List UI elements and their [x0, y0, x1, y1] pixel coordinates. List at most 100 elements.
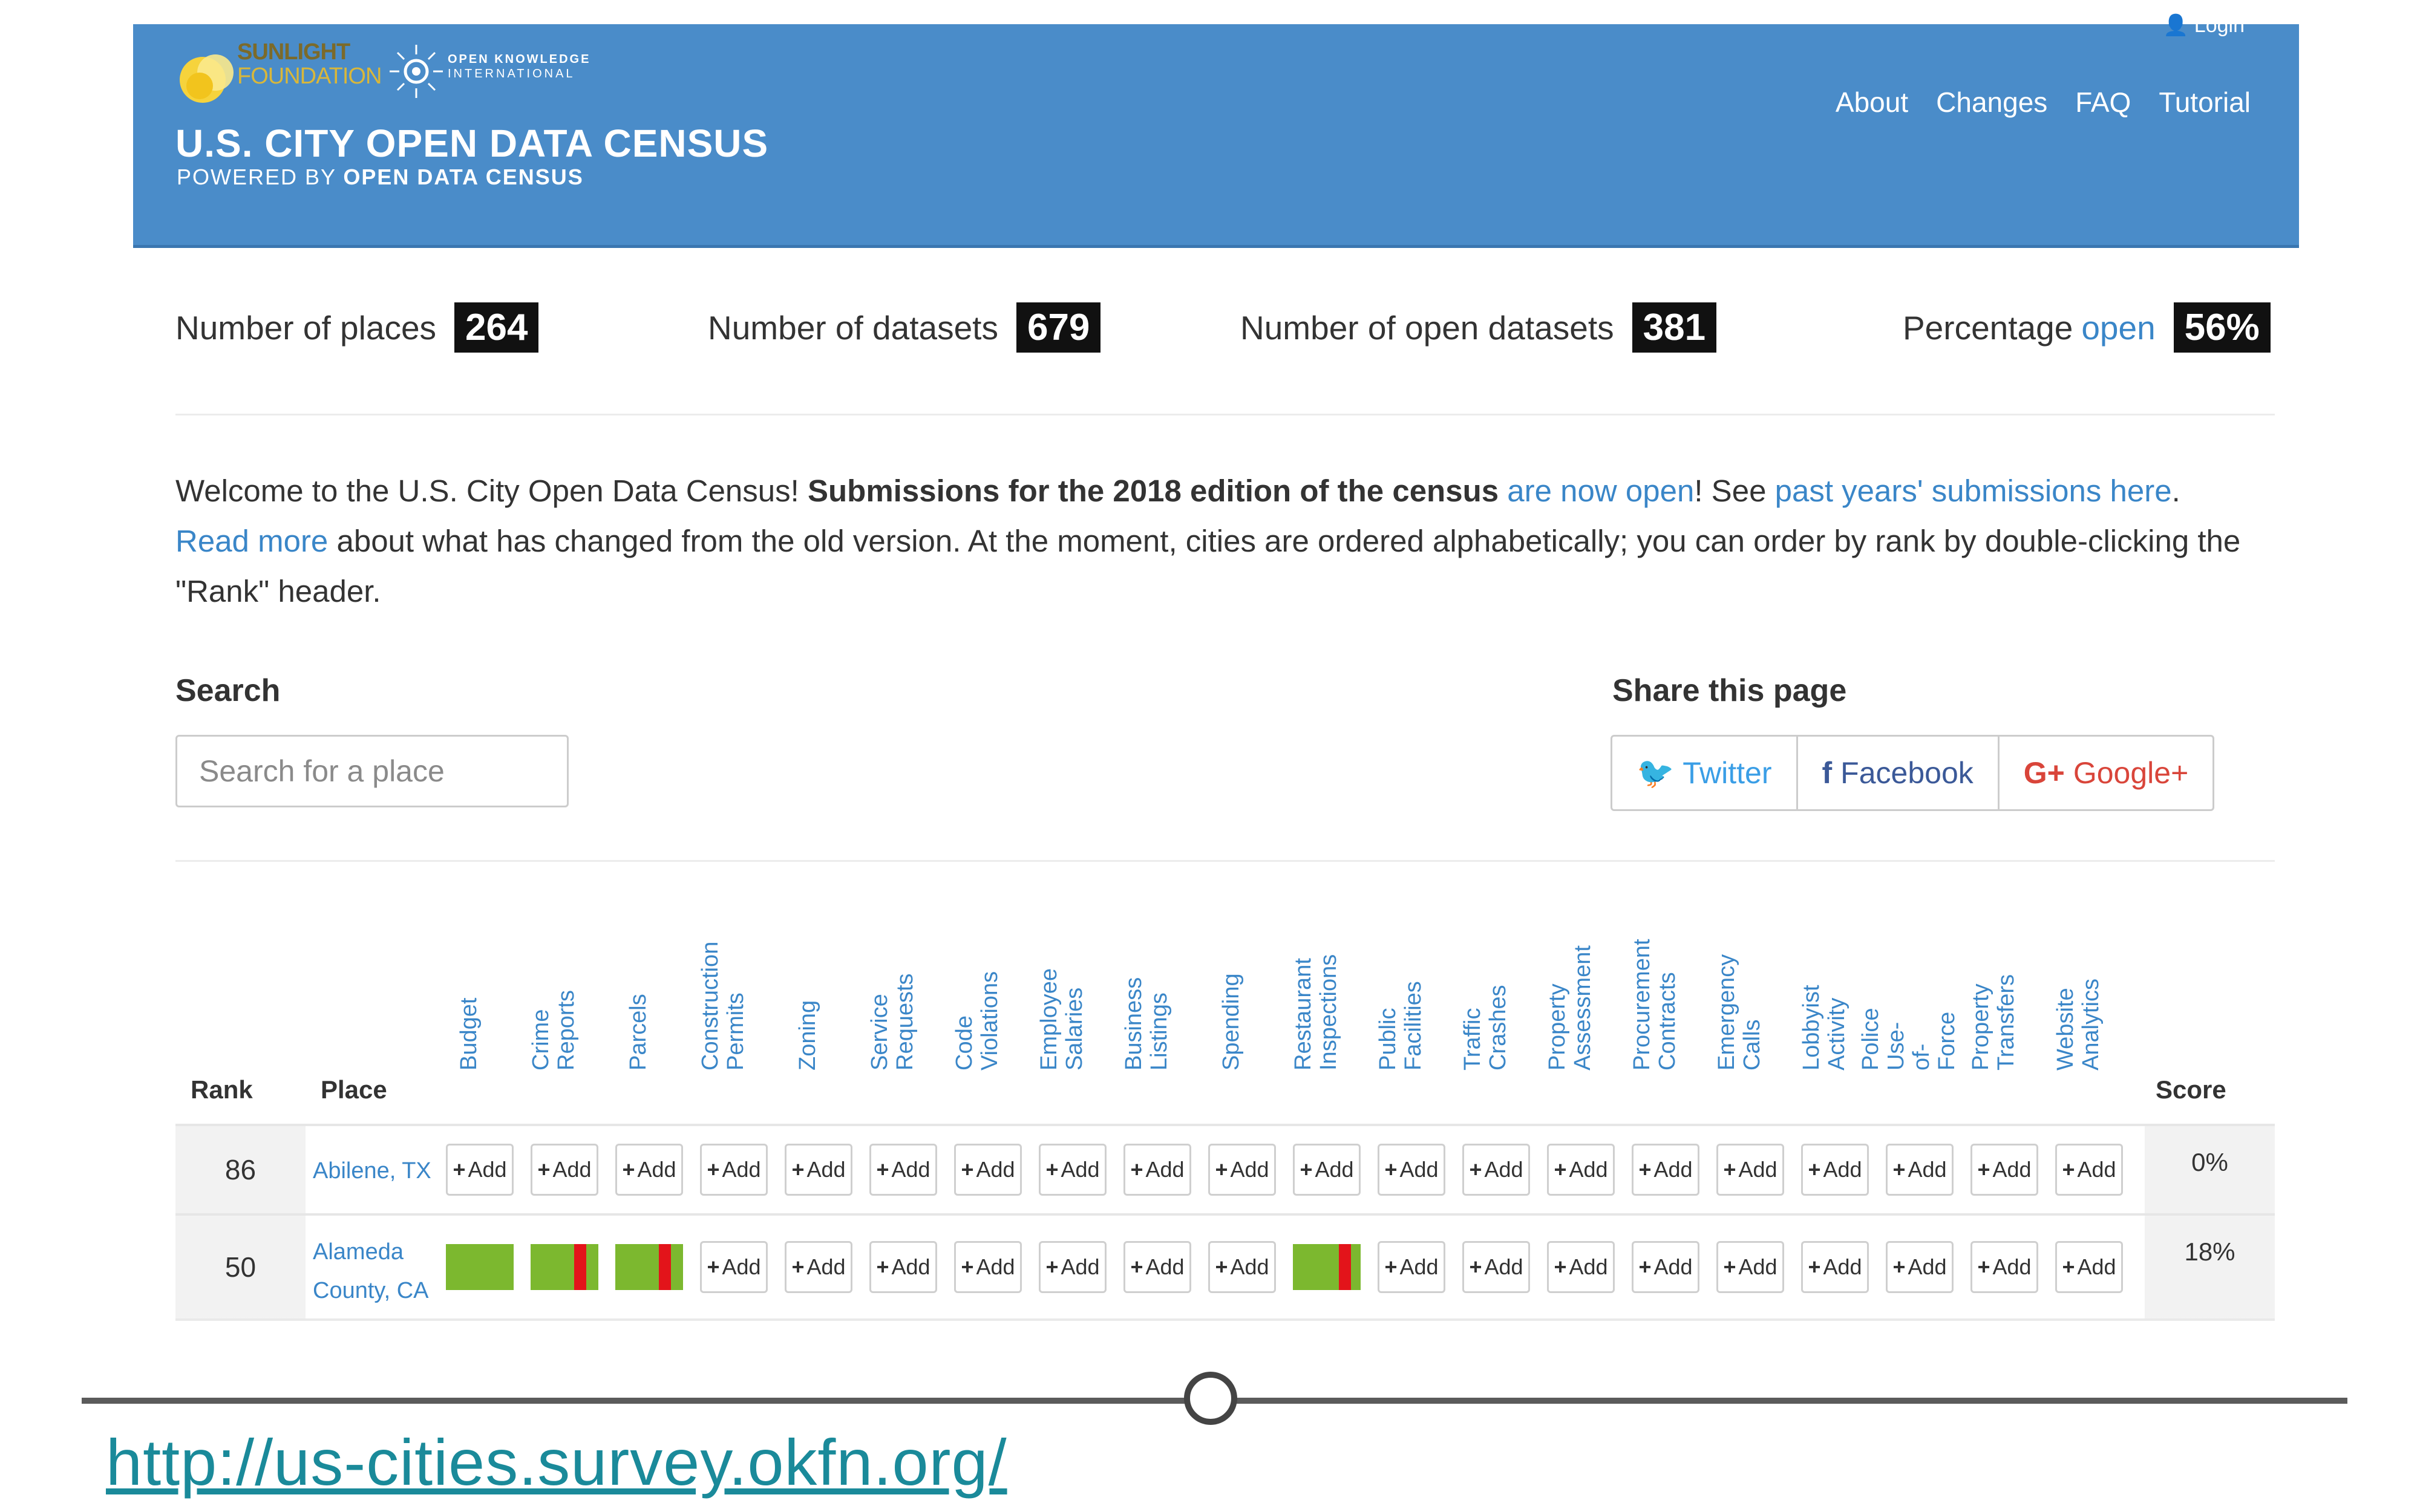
add-entry-button[interactable]: + Add [869, 1241, 937, 1293]
add-entry-button[interactable]: + Add [785, 1241, 852, 1293]
past-submissions-link[interactable]: past years' submissions here [1775, 474, 2172, 508]
add-entry-button[interactable]: + Add [1462, 1144, 1530, 1196]
add-entry-button[interactable]: + Add [954, 1144, 1022, 1196]
add-entry-button[interactable]: + Add [1547, 1241, 1615, 1293]
add-entry-button[interactable]: + Add [1123, 1144, 1191, 1196]
login-link[interactable]: 👤 Login [2163, 13, 2245, 37]
column-header[interactable]: Construction [698, 942, 723, 1070]
column-header[interactable]: Facilities [1401, 981, 1426, 1070]
column-header[interactable]: Parcels [626, 994, 651, 1070]
column-header[interactable]: Employee [1036, 968, 1062, 1070]
add-entry-button[interactable]: + Add [1462, 1241, 1530, 1293]
column-header[interactable]: Crime [528, 1009, 554, 1070]
add-entry-button[interactable]: + Add [1293, 1144, 1361, 1196]
column-header[interactable]: Property [1968, 983, 1993, 1070]
column-header[interactable]: Public [1375, 1008, 1401, 1071]
dataset-status-bar[interactable] [446, 1244, 514, 1290]
column-header[interactable]: Salaries [1062, 988, 1087, 1070]
place-link[interactable]: Abilene, TX [313, 1152, 431, 1190]
column-header[interactable]: Force [1934, 1012, 1960, 1070]
column-header[interactable]: Service [867, 994, 892, 1070]
facebook-share-button[interactable]: f Facebook [1798, 737, 2000, 809]
add-entry-button[interactable]: + Add [1716, 1241, 1784, 1293]
column-header[interactable]: Code [952, 1015, 977, 1070]
add-entry-button[interactable]: + Add [1801, 1144, 1869, 1196]
score-header[interactable]: Score [2156, 1075, 2226, 1104]
add-entry-button[interactable]: + Add [954, 1241, 1022, 1293]
place-header[interactable]: Place [321, 1075, 387, 1104]
column-header[interactable]: Budget [456, 998, 482, 1070]
place-link[interactable]: Alameda County, CA [313, 1233, 428, 1310]
nav-faq[interactable]: FAQ [2075, 86, 2131, 119]
sunlight-logo-text: SUNLIGHT FOUNDATION [237, 39, 382, 89]
column-header[interactable]: Crashes [1485, 985, 1511, 1071]
add-entry-button[interactable]: + Add [1208, 1241, 1276, 1293]
add-entry-button[interactable]: + Add [2055, 1241, 2123, 1293]
column-header[interactable]: Traffic [1460, 1008, 1485, 1070]
add-entry-button[interactable]: + Add [1801, 1241, 1869, 1293]
add-entry-button[interactable]: + Add [1039, 1241, 1107, 1293]
column-header[interactable]: Violations [977, 971, 1002, 1070]
dataset-status-bar[interactable] [615, 1244, 683, 1290]
column-header[interactable]: Listings [1146, 992, 1172, 1070]
add-entry-button[interactable]: + Add [1970, 1241, 2038, 1293]
column-header[interactable]: Zoning [795, 1000, 820, 1070]
column-header[interactable]: Property [1545, 983, 1570, 1070]
column-header[interactable]: Permits [723, 992, 748, 1070]
column-header[interactable]: Business [1121, 977, 1146, 1070]
site-title[interactable]: U.S. CITY OPEN DATA CENSUS [175, 121, 768, 166]
survey-url-link[interactable]: http://us-cities.survey.okfn.org/ [106, 1424, 1007, 1500]
dataset-status-bar[interactable] [1293, 1244, 1361, 1290]
add-entry-button[interactable]: + Add [1039, 1144, 1107, 1196]
column-header[interactable]: Inspections [1316, 954, 1341, 1070]
column-header[interactable]: Website [2053, 988, 2078, 1070]
nav-about[interactable]: About [1836, 86, 1908, 119]
read-more-link[interactable]: Read more [175, 524, 328, 558]
add-entry-button[interactable]: + Add [1208, 1144, 1276, 1196]
add-entry-button[interactable]: + Add [1886, 1144, 1954, 1196]
column-header[interactable]: Requests [892, 973, 918, 1070]
add-entry-button[interactable]: + Add [869, 1144, 937, 1196]
add-entry-button[interactable]: + Add [1123, 1241, 1191, 1293]
add-entry-button[interactable]: + Add [1378, 1241, 1445, 1293]
add-entry-button[interactable]: + Add [1378, 1144, 1445, 1196]
twitter-share-button[interactable]: 🐦 Twitter [1612, 737, 1798, 809]
column-header[interactable]: Procurement [1629, 939, 1655, 1070]
rank-header[interactable]: Rank [191, 1075, 253, 1104]
stat-open-link[interactable]: open [2081, 308, 2155, 347]
google-plus-share-button[interactable]: G+ Google+ [2000, 737, 2213, 809]
column-header[interactable]: Emergency [1714, 954, 1739, 1070]
add-entry-button[interactable]: + Add [785, 1144, 852, 1196]
add-entry-button[interactable]: + Add [700, 1144, 768, 1196]
submissions-open-link[interactable]: are now open [1507, 474, 1694, 508]
add-entry-button[interactable]: + Add [1632, 1241, 1699, 1293]
add-entry-button[interactable]: + Add [700, 1241, 768, 1293]
slider-handle[interactable] [1184, 1372, 1237, 1425]
column-header[interactable]: Use- [1883, 1022, 1909, 1070]
column-header[interactable]: Police [1858, 1008, 1883, 1071]
column-header[interactable]: of- [1909, 1044, 1934, 1070]
add-entry-button[interactable]: + Add [446, 1144, 514, 1196]
nav-tutorial[interactable]: Tutorial [2159, 86, 2251, 119]
column-header[interactable]: Lobbyist [1799, 985, 1824, 1070]
column-header[interactable]: Assessment [1570, 945, 1595, 1070]
column-header[interactable]: Spending [1218, 973, 1244, 1070]
add-entry-button[interactable]: + Add [1886, 1241, 1954, 1293]
add-entry-button[interactable]: + Add [1547, 1144, 1615, 1196]
column-header[interactable]: Restaurant [1290, 958, 1316, 1070]
column-header[interactable]: Contracts [1655, 972, 1680, 1070]
add-entry-button[interactable]: + Add [1716, 1144, 1784, 1196]
add-entry-button[interactable]: + Add [2055, 1144, 2123, 1196]
column-header[interactable]: Transfers [1993, 974, 2019, 1070]
nav-changes[interactable]: Changes [1936, 86, 2047, 119]
search-input[interactable] [175, 735, 569, 807]
column-header[interactable]: Calls [1739, 1020, 1765, 1070]
add-entry-button[interactable]: + Add [1632, 1144, 1699, 1196]
dataset-status-bar[interactable] [531, 1244, 598, 1290]
column-header[interactable]: Activity [1824, 998, 1849, 1070]
add-entry-button[interactable]: + Add [1970, 1144, 2038, 1196]
column-header[interactable]: Analytics [2078, 979, 2104, 1070]
add-entry-button[interactable]: + Add [531, 1144, 598, 1196]
add-entry-button[interactable]: + Add [615, 1144, 683, 1196]
column-header[interactable]: Reports [554, 990, 579, 1070]
